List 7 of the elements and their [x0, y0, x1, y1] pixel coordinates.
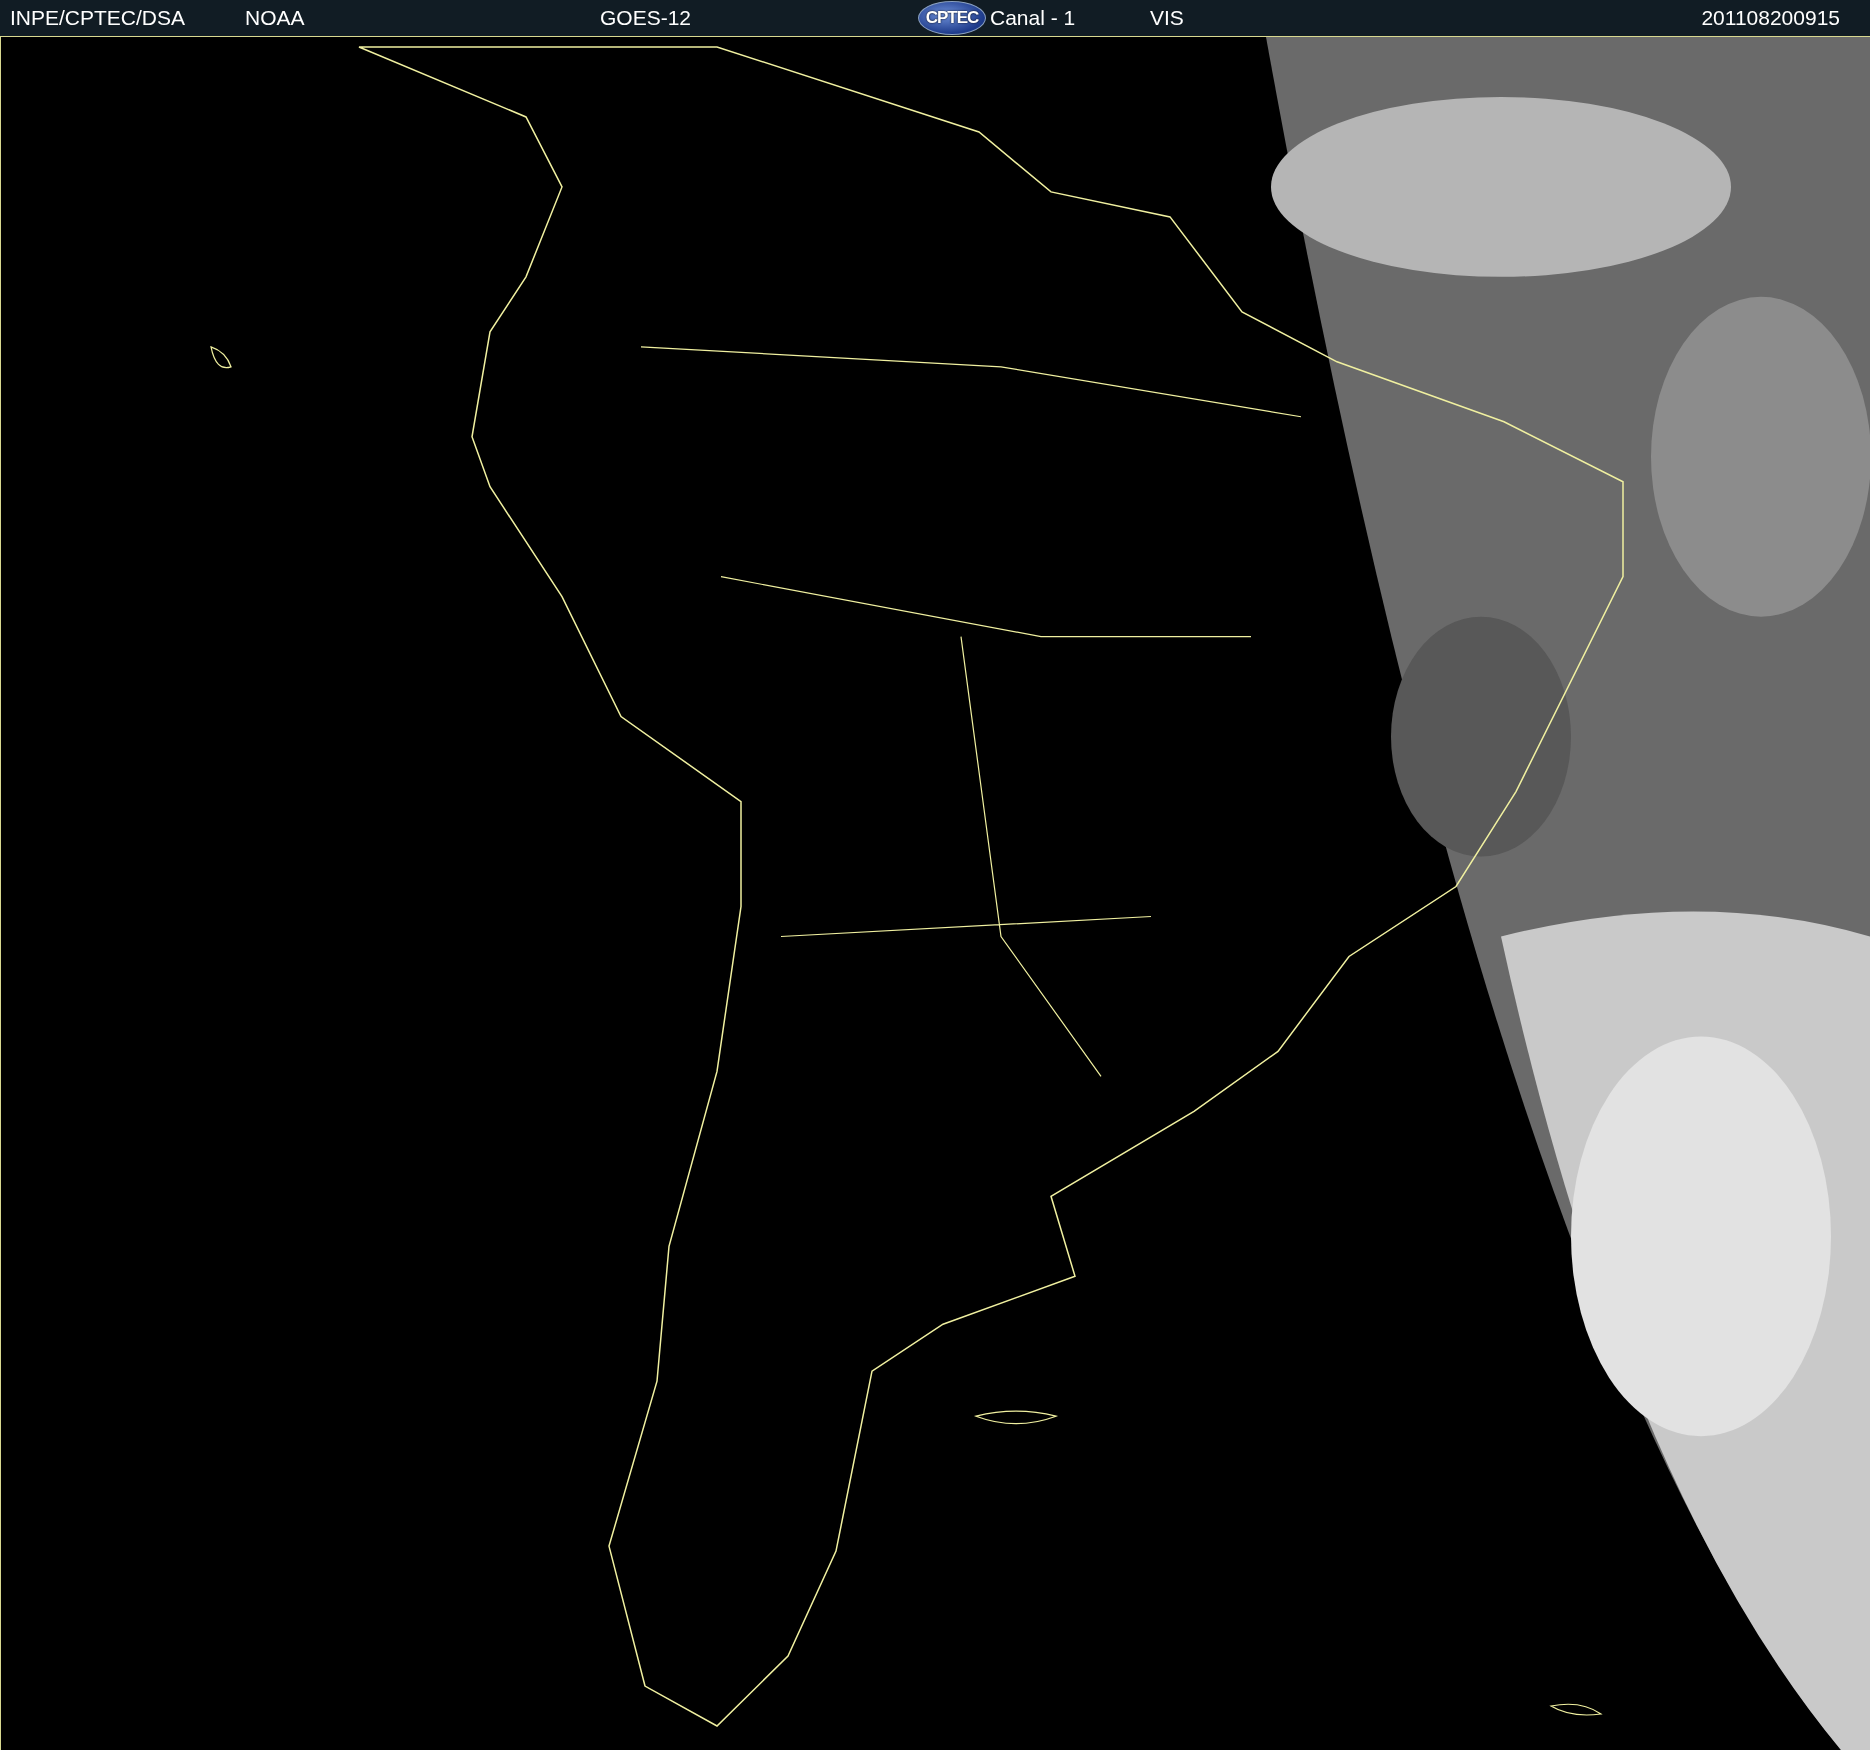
header-label: 201108200915	[1701, 5, 1840, 32]
header-label: NOAA	[245, 5, 306, 32]
header-label: Canal - 1	[990, 5, 1077, 32]
header-label: VIS	[1150, 5, 1185, 32]
header-label: GOES-12	[600, 5, 693, 32]
logo: CPTEC	[918, 1, 986, 35]
header-label: INPE/CPTEC/DSA	[10, 5, 187, 32]
